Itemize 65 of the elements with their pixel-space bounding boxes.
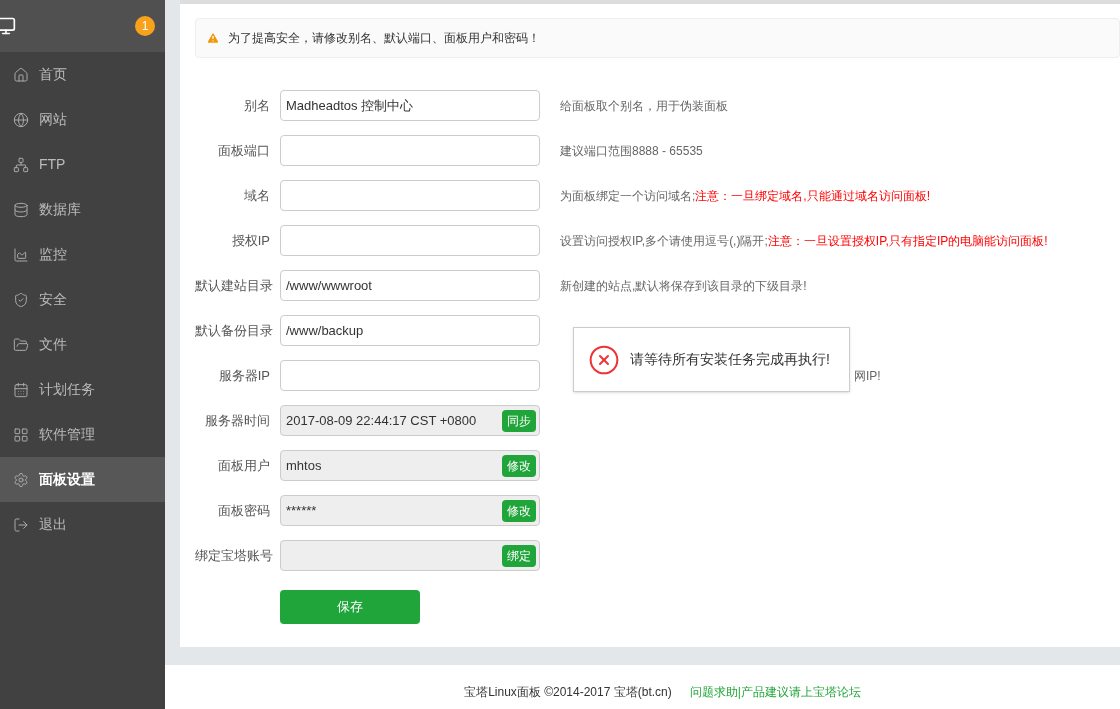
field-value: mhtos [286,456,322,475]
field-label: 域名 [243,186,271,205]
action-button[interactable]: 修改 [502,499,536,522]
sidebar-item[interactable]: 首页 [0,52,165,97]
field-label: 面板端口 [217,141,271,160]
input-field[interactable] [280,180,540,211]
input-field[interactable]: 绑定 [280,540,540,571]
field-hint: 建议端口范围8888 - 65535 [560,142,703,160]
shield-icon [13,291,29,308]
computer-icon [0,16,16,36]
settings-icon [13,471,29,488]
sidebar-item[interactable]: 安全 [0,277,165,322]
alert-text: 为了提高安全，请修改别名、默认端口、面板用户和密码！ [228,30,540,47]
sidebar-item[interactable]: 监控 [0,232,165,277]
grid-icon [13,426,29,443]
field-value: 2017-08-09 22:44:17 CST +0800 [286,411,477,430]
field-label: 绑定宝塔账号 [195,546,274,565]
action-button[interactable]: 修改 [502,454,536,477]
save-button[interactable]: 保存 [280,590,420,624]
toast-text: 请等待所有安装任务完成再执行! [630,350,830,369]
globe-icon [13,111,29,128]
input-field[interactable]: /www/backup [280,315,540,346]
field-hint: 网IP! [854,367,881,385]
action-button[interactable]: 同步 [502,409,536,432]
sidebar-item[interactable]: FTP [0,142,165,187]
field-label: 面板用户 [217,456,271,475]
sidebar-item[interactable]: 数据库 [0,187,165,232]
error-icon [588,343,620,376]
logout-icon [13,516,29,533]
input-field[interactable]: ****** 修改 [280,495,540,526]
field-hint: 新创建的站点,默认将保存到该目录的下级目录! [560,277,807,295]
input-field[interactable]: Madheadtos 控制中心 [280,90,540,121]
calendar-icon [13,381,29,398]
forum-link[interactable]: 问题求助|产品建议请上宝塔论坛 [689,683,861,701]
field-label: 别名 [243,96,271,115]
field-value: ****** [286,501,317,520]
field-label: 授权IP [230,231,271,250]
sidebar-item[interactable]: 计划任务 [0,367,165,412]
field-label: 面板密码 [217,501,271,520]
chart-icon [13,246,29,263]
input-field[interactable] [280,135,540,166]
field-label: 服务器IP [217,366,271,385]
database-icon [13,201,29,218]
action-button[interactable]: 绑定 [502,544,536,567]
input-field[interactable]: mhtos 修改 [280,450,540,481]
sidebar-item[interactable]: 面板设置 [0,457,165,502]
field-hint: 为面板绑定一个访问域名;注意：一旦绑定域名,只能通过域名访问面板! [560,187,930,205]
input-field[interactable] [280,225,540,256]
copyright-text: 宝塔Linux面板 ©2014-2017 宝塔(bt.cn) [464,684,672,701]
warning-icon [206,31,220,45]
field-label: 默认建站目录 [195,276,274,295]
field-hint: 给面板取个别名，用于伪装面板 [560,97,728,115]
network-icon [13,156,29,173]
input-field[interactable]: 2017-08-09 22:44:17 CST +0800 同步 [280,405,540,436]
input-field[interactable]: /www/wwwroot [280,270,540,301]
sidebar-item[interactable]: 文件 [0,322,165,367]
field-hint: 设置访问授权IP,多个请使用逗号(,)隔开;注意：一旦设置授权IP,只有指定IP的电脑能访问面板! [560,232,1048,250]
field-label: 默认备份目录 [195,321,274,340]
field-label: 服务器时间 [204,411,271,430]
sidebar-item[interactable]: 软件管理 [0,412,165,457]
sidebar-item[interactable]: 网站 [0,97,165,142]
home-icon [13,66,29,83]
input-field[interactable] [280,360,540,391]
sidebar-item[interactable]: 退出 [0,502,165,547]
folder-icon [13,336,29,353]
